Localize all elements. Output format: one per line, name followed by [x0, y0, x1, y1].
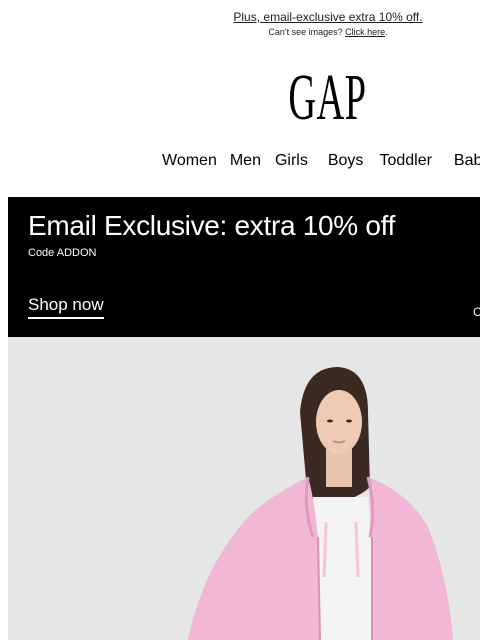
nav-women[interactable]: Women — [162, 152, 217, 170]
promo-title: Email Exclusive: extra 10% off — [28, 210, 396, 241]
click-here-link[interactable]: Click here — [345, 27, 385, 37]
promo-code: Code ADDON — [28, 247, 97, 259]
nav-boys[interactable]: Boys — [328, 152, 364, 170]
promo-edge-text: C — [473, 305, 480, 319]
preheader-offer-link[interactable]: Plus, email-exclusive extra 10% off. — [0, 10, 480, 24]
category-nav: Women Men Girls Boys Toddler Baby — [162, 152, 480, 170]
shop-now-link[interactable]: Shop now — [28, 295, 104, 319]
hero-image[interactable] — [8, 337, 480, 640]
nav-men[interactable]: Men — [230, 152, 261, 170]
nav-toddler[interactable]: Toddler — [379, 152, 431, 170]
preheader-images-note: Can't see images? Click here. — [0, 27, 480, 37]
hero-model-illustration — [8, 337, 480, 640]
promo-banner[interactable]: Email Exclusive: extra 10% off Code ADDO… — [8, 197, 480, 337]
gap-logo[interactable]: GAP — [0, 60, 480, 136]
email-page: Plus, email-exclusive extra 10% off. Can… — [0, 0, 480, 640]
nav-girls[interactable]: Girls — [275, 152, 308, 170]
nav-baby[interactable]: Baby — [454, 152, 480, 170]
images-note-text: Can't see images? — [268, 27, 346, 37]
images-note-period: . — [385, 27, 388, 37]
logo-text: GAP — [288, 61, 368, 134]
